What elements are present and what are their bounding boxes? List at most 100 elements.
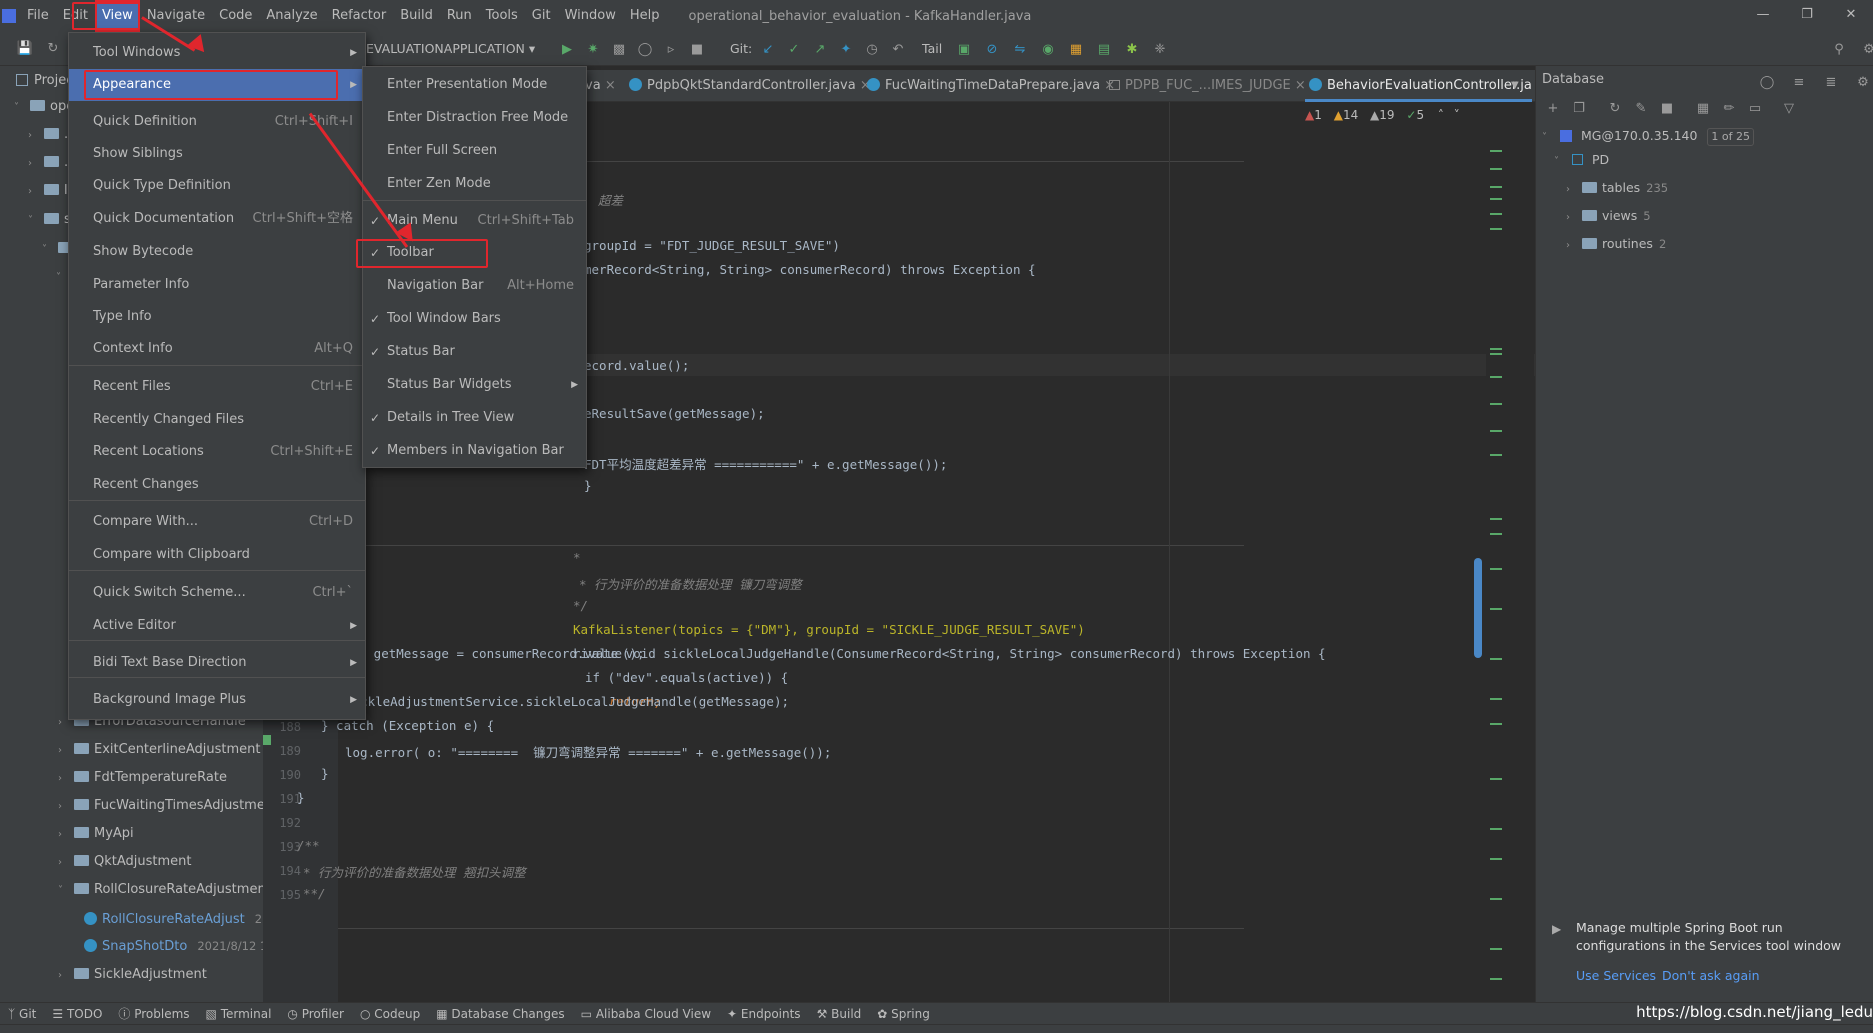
globe-icon[interactable]: ◯ (1756, 71, 1778, 93)
restore-icon[interactable]: ❐ (1785, 0, 1829, 32)
tool-problems[interactable]: ⓘ Problems (110, 1005, 197, 1022)
menu-navigate[interactable]: Navigate (140, 0, 212, 32)
project-tree-row[interactable]: › QktAdjustment (58, 851, 192, 873)
menu-git[interactable]: Git (525, 0, 558, 32)
dont-ask-again-link[interactable]: Don't ask again (1662, 968, 1760, 983)
tab-pdpbqkt[interactable]: PdpbQktStandardController.java × (625, 70, 871, 102)
project-tree-row[interactable]: › SickleAdjustment (58, 964, 207, 986)
tool-spring[interactable]: ✿ Spring (869, 1007, 938, 1021)
close-icon[interactable]: ✕ (1829, 0, 1873, 32)
tab-behavior-controller[interactable]: BehaviorEvaluationController.ja (1305, 70, 1532, 102)
git-commit-icon[interactable]: ✓ (783, 38, 805, 60)
git-fetch-icon[interactable]: ✦ (835, 38, 857, 60)
appearance-menu-item[interactable]: Enter Zen Mode (363, 168, 586, 200)
tool-git[interactable]: ᛉ Git (0, 1007, 44, 1021)
tool-alibaba-cloud[interactable]: ▭ Alibaba Cloud View (573, 1007, 719, 1021)
view-menu-item[interactable]: Context Info Alt+Q (69, 333, 365, 365)
view-menu-item[interactable]: Bidi Text Base Direction ▶ (69, 647, 365, 679)
tab-list-chevron-down-icon[interactable]: ▼ (1511, 70, 1519, 102)
git-update-icon[interactable]: ↙ (757, 38, 779, 60)
project-tree-row[interactable]: RollClosureRateAdjust 2 (80, 908, 262, 930)
history-icon[interactable]: ◷ (861, 38, 883, 60)
run-configuration-select[interactable]: EVALUATIONAPPLICATION ▾ (366, 38, 535, 60)
coverage-icon[interactable]: ▩ (608, 38, 630, 60)
component-icon[interactable]: ▤ (1093, 38, 1115, 60)
project-tree-row[interactable]: SnapShotDto 2021/8/12 1 (80, 935, 267, 957)
scrollbar-thumb[interactable] (1474, 558, 1482, 658)
edit-schema-icon[interactable]: ✎ (1630, 97, 1652, 119)
db-schema-row[interactable]: ˅ PD (1554, 148, 1609, 172)
db-item-routines[interactable]: › routines 2 (1566, 232, 1666, 256)
use-services-link[interactable]: Use Services (1576, 968, 1656, 983)
expand-all-icon[interactable]: ≡ (1788, 71, 1810, 93)
db-item-tables[interactable]: › tables 235 (1566, 176, 1668, 200)
view-menu-item[interactable]: Recent Changes (69, 469, 365, 501)
menu-analyze[interactable]: Analyze (259, 0, 324, 32)
appearance-menu-item[interactable]: Enter Full Screen (363, 135, 586, 167)
link-icon[interactable]: ⇋ (1009, 38, 1031, 60)
appearance-menu-item[interactable]: Enter Presentation Mode (363, 69, 586, 101)
chevron-down-icon[interactable]: ˅ (1454, 108, 1460, 122)
view-menu-item[interactable]: Background Image Plus ▶ (69, 684, 365, 716)
menu-refactor[interactable]: Refactor (325, 0, 394, 32)
layout-icon[interactable]: ▦ (1065, 38, 1087, 60)
plugin-icon[interactable]: ✱ (1121, 38, 1143, 60)
add-icon[interactable]: + (1542, 97, 1564, 119)
error-stripe-scrollbar[interactable] (1474, 138, 1534, 1006)
minimize-icon[interactable]: — (1741, 0, 1785, 32)
view-menu-item[interactable]: Show Bytecode (69, 236, 365, 268)
sync-icon[interactable]: ↻ (42, 38, 64, 60)
db-connection-row[interactable]: ˅ MG@170.0.35.140 1 of 25 (1542, 124, 1755, 148)
gear-icon[interactable]: ⚙ (1852, 71, 1873, 93)
tool-build[interactable]: ⚒ Build (809, 1007, 870, 1021)
project-tree-row[interactable]: › ExitCenterlineAdjustment (58, 739, 260, 761)
appearance-menu-item[interactable]: Navigation Bar Alt+Home (363, 270, 586, 302)
copy-icon[interactable]: ❐ (1568, 97, 1590, 119)
menu-file[interactable]: File (20, 0, 56, 32)
console-icon[interactable]: ▭ (1744, 97, 1766, 119)
view-menu-item[interactable]: Quick Documentation Ctrl+Shift+空格 (69, 203, 365, 235)
project-tree-row[interactable]: › FucWaitingTimesAdjustment (58, 795, 278, 817)
debug-icon[interactable]: ✷ (582, 38, 604, 60)
close-icon[interactable]: × (605, 78, 616, 93)
rollback-icon[interactable]: ↶ (887, 38, 909, 60)
tab-pdpb-table[interactable]: PDPB_FUC_...IMES_JUDGE × (1105, 70, 1306, 102)
run-icon[interactable]: ▶ (556, 38, 578, 60)
tool-codeup[interactable]: ○ Codeup (352, 1007, 428, 1021)
appearance-menu-item[interactable]: ✓ Status Bar (363, 336, 586, 368)
tool-endpoints[interactable]: ✦ Endpoints (719, 1007, 809, 1021)
appearance-menu-item[interactable]: Enter Distraction Free Mode (363, 102, 586, 134)
table-icon[interactable]: ▦ (1692, 97, 1714, 119)
appearance-menu-item[interactable]: Status Bar Widgets ▶ (363, 369, 586, 401)
stop-icon[interactable]: ■ (1656, 97, 1678, 119)
project-tree-row[interactable]: › MyApi (58, 823, 134, 845)
services-icon[interactable]: ◉ (1037, 38, 1059, 60)
project-tree-row[interactable]: ˅ RollClosureRateAdjustment (58, 879, 271, 901)
edit-icon[interactable]: ✏ (1718, 97, 1740, 119)
view-menu-item[interactable]: Active Editor ▶ (69, 610, 365, 642)
git-push-icon[interactable]: ↗ (809, 38, 831, 60)
tab-fucwaiting[interactable]: FucWaitingTimeDataPrepare.java × (863, 70, 1115, 102)
filter-icon[interactable]: ▽ (1778, 97, 1800, 119)
search-icon[interactable]: ⚲ (1828, 38, 1850, 60)
view-menu-item[interactable]: Tool Windows ▶ (69, 37, 365, 69)
menu-tools[interactable]: Tools (479, 0, 525, 32)
collapse-all-icon[interactable]: ≣ (1820, 71, 1842, 93)
tool-terminal[interactable]: ▧ Terminal (198, 1007, 280, 1021)
view-menu-item[interactable]: Recent Files Ctrl+E (69, 371, 365, 403)
db-item-views[interactable]: › views 5 (1566, 204, 1651, 228)
appearance-menu-item[interactable]: ✓ Members in Navigation Bar (363, 435, 586, 467)
view-menu-item[interactable]: Recently Changed Files (69, 404, 365, 436)
menu-window[interactable]: Window (558, 0, 623, 32)
view-menu-item[interactable]: Recent Locations Ctrl+Shift+E (69, 436, 365, 468)
view-menu-item[interactable]: Compare With... Ctrl+D (69, 506, 365, 538)
tail-label[interactable]: Tail (922, 38, 942, 60)
view-menu-item[interactable]: Quick DefinitionCtrl+Shift+I (69, 106, 365, 138)
menu-code[interactable]: Code (212, 0, 259, 32)
refresh-icon[interactable]: ↻ (1604, 97, 1626, 119)
profile-icon[interactable]: ◯ (634, 38, 656, 60)
tool-profiler[interactable]: ◷ Profiler (279, 1007, 352, 1021)
tab-va[interactable]: va × (585, 70, 616, 102)
translate-icon[interactable]: ❈ (1149, 38, 1171, 60)
view-menu-item[interactable]: Compare with Clipboard (69, 539, 365, 571)
